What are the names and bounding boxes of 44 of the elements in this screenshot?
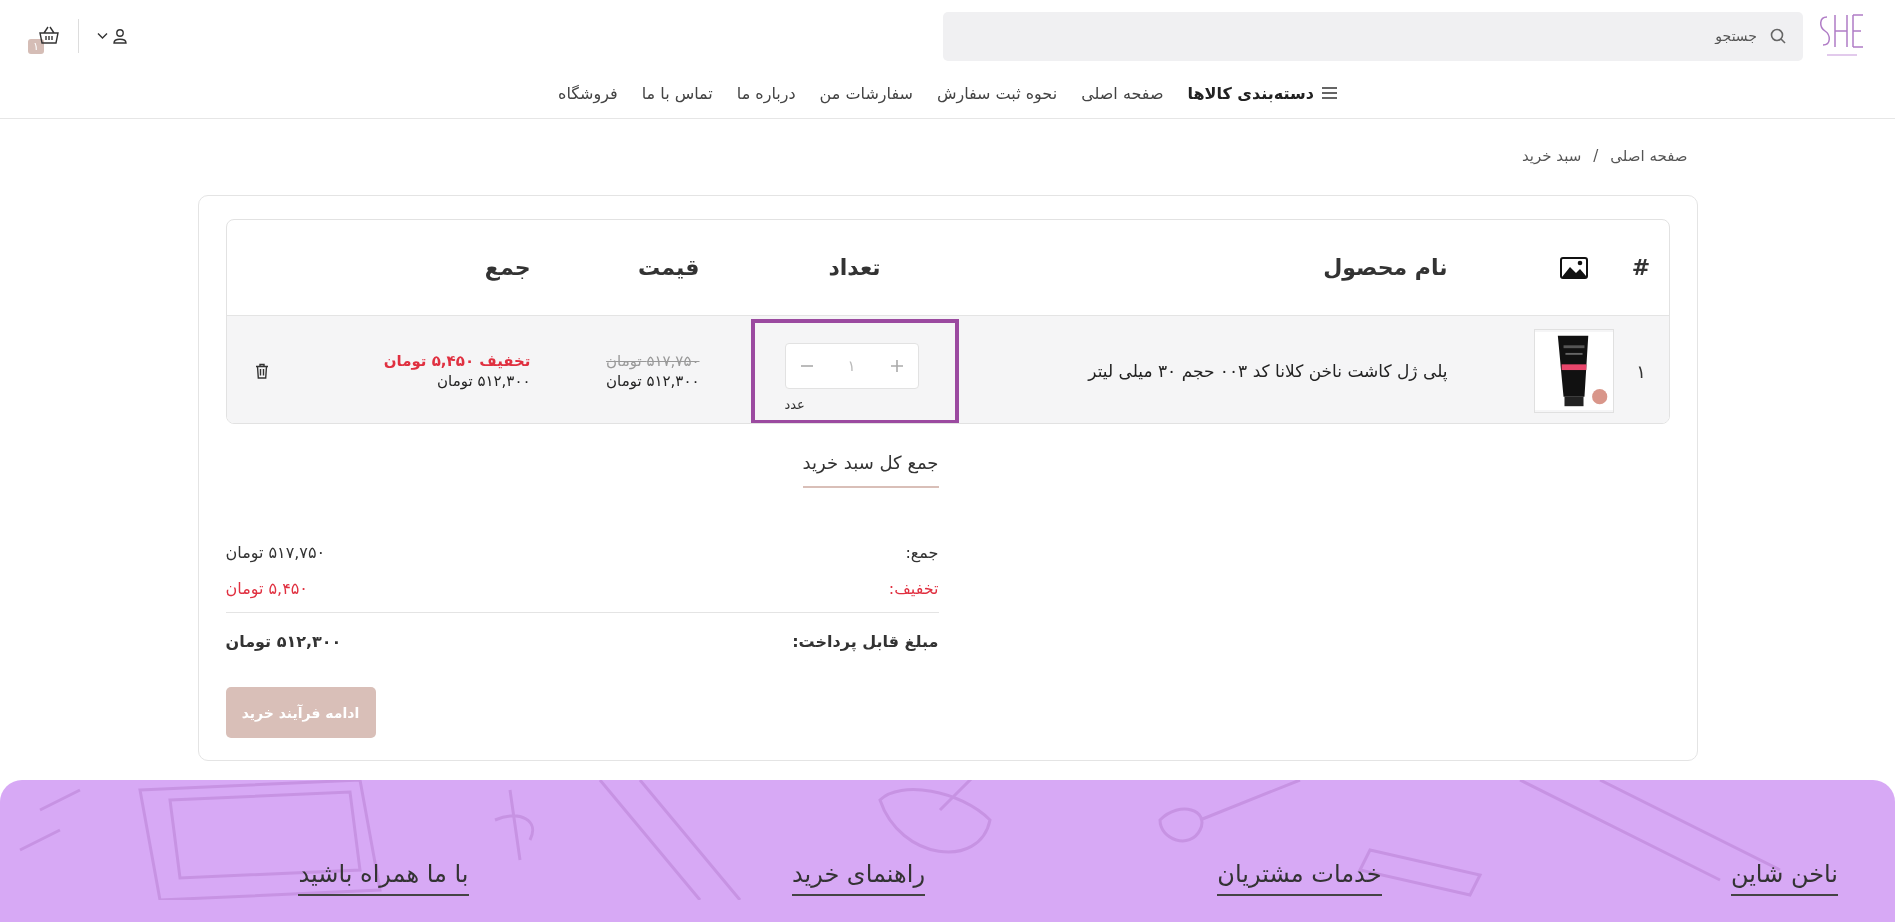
quantity-value: ۱: [847, 356, 856, 375]
user-menu[interactable]: [96, 28, 128, 44]
column-header: #: [1630, 255, 1652, 280]
unit-label: عدد: [784, 396, 805, 412]
nav-link[interactable]: سفارشات من: [819, 83, 913, 103]
nav-link[interactable]: درباره ما: [736, 83, 796, 103]
column-header: جمع: [483, 255, 532, 280]
summary-label: تخفیف:: [888, 578, 939, 598]
breadcrumb-link[interactable]: صفحه اصلی: [1610, 147, 1688, 171]
trash-icon[interactable]: [254, 363, 269, 379]
cart-count-badge: ۱: [28, 38, 44, 54]
nav-link[interactable]: صفحه اصلی: [1081, 83, 1164, 103]
summary-title: جمع کل سبد خرید: [802, 452, 939, 488]
search-field[interactable]: جستجو: [943, 11, 1803, 61]
summary-value: ۵۱۷,۷۵۰ تومان: [225, 542, 326, 562]
menu-icon: [1322, 87, 1337, 99]
user-icon: [111, 28, 128, 44]
summary-label: جمع:: [905, 542, 939, 562]
nav-link[interactable]: فروشگاه: [558, 83, 618, 103]
summary-label: مبلغ قابل پرداخت:: [792, 631, 939, 651]
nav-link[interactable]: نحوه ثبت سفارش: [936, 83, 1058, 103]
footer-heading: ناخن شاین: [1730, 860, 1838, 896]
breadcrumb-separator: /: [1593, 147, 1599, 167]
basket-icon: [37, 26, 60, 46]
nav-link[interactable]: دسته‌بندی کالاها: [1187, 83, 1337, 103]
row-total: ۵۱۲,۳۰۰ تومان: [436, 372, 531, 390]
column-header: قیمت: [637, 255, 701, 280]
product-name[interactable]: پلی ژل کاشت ناخن کلانا کد ۰۰۳ حجم ۳۰ میلی لیتر: [989, 361, 1534, 381]
row-number: ۱: [1635, 360, 1647, 382]
column-header: نام محصول: [1322, 255, 1449, 280]
nav-link[interactable]: تماس با ما: [641, 83, 713, 103]
old-price: ۵۱۷,۷۵۰ تومان: [605, 352, 700, 370]
summary-value: ۵۱۲,۳۰۰ تومان: [225, 631, 342, 651]
discount-amount: تخفیف ۵,۴۵۰ تومان: [382, 352, 531, 370]
price: ۵۱۲,۳۰۰ تومان: [605, 372, 700, 390]
chevron-down-icon: [96, 32, 108, 40]
search-icon: [1769, 26, 1787, 45]
footer-heading: راهنمای خرید: [791, 860, 925, 896]
footer-heading: خدمات مشتریان: [1217, 860, 1382, 896]
image-icon: [1559, 256, 1588, 279]
summary-value: ۵,۴۵۰ تومان: [225, 578, 308, 598]
breadcrumb-link[interactable]: سبد خرید: [1521, 147, 1582, 171]
column-header: تعداد: [827, 255, 882, 280]
footer-heading: با ما همراه باشید: [298, 860, 469, 896]
